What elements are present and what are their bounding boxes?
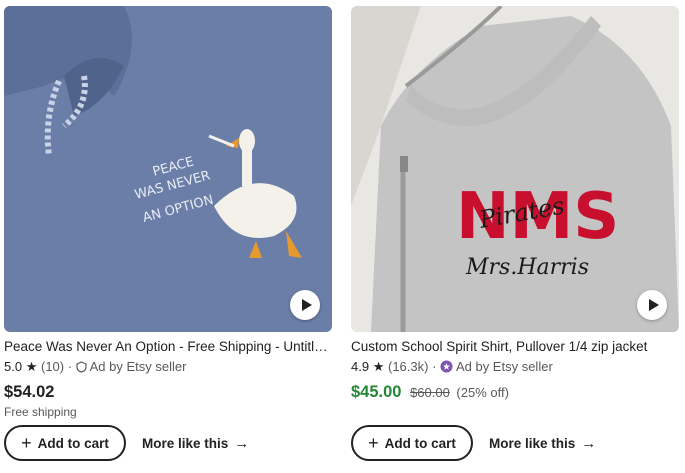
star-icon: ★	[372, 359, 385, 374]
add-to-cart-label: Add to cart	[384, 435, 456, 451]
ad-label[interactable]: Ad by Etsy seller	[456, 359, 553, 374]
review-count: (10)	[40, 359, 65, 374]
listing-image[interactable]: PEACE WAS NEVER AN OPTION	[4, 6, 332, 332]
hoodie-goose-photo: PEACE WAS NEVER AN OPTION	[4, 6, 332, 332]
image-text-3: Mrs.Harris	[465, 255, 589, 280]
plus-icon: +	[21, 433, 32, 453]
more-like-this-label: More like this	[489, 435, 576, 451]
zip-jacket-photo: NMS Pirates Mrs.Harris	[351, 6, 679, 332]
listing-actions: + Add to cart More like this →	[351, 425, 596, 461]
play-icon[interactable]	[637, 290, 667, 320]
listing-title[interactable]: Custom School Spirit Shirt, Pullover 1/4…	[351, 338, 679, 356]
review-count: (16.3k)	[387, 359, 429, 374]
add-to-cart-button[interactable]: + Add to cart	[351, 425, 473, 461]
add-to-cart-label: Add to cart	[37, 435, 109, 451]
star-icon: ★	[25, 359, 38, 374]
price-row: $45.00 $60.00 (25% off)	[351, 382, 679, 403]
price: $54.02	[4, 383, 55, 401]
listing-meta: 5.0 ★ (10) · Ad by Etsy seller	[4, 359, 187, 374]
ad-label[interactable]: Ad by Etsy seller	[90, 359, 187, 374]
price-row: $54.02	[4, 382, 332, 402]
star-seller-icon	[440, 360, 453, 373]
more-like-this-label: More like this	[142, 435, 229, 451]
more-like-this-link[interactable]: More like this →	[142, 435, 249, 452]
discount-label: (25% off)	[456, 385, 509, 400]
listing-image[interactable]: NMS Pirates Mrs.Harris	[351, 6, 679, 332]
listing-card[interactable]: NMS Pirates Mrs.Harris Custom School Spi…	[351, 6, 679, 403]
add-to-cart-button[interactable]: + Add to cart	[4, 425, 126, 461]
listing-title[interactable]: Peace Was Never An Option - Free Shippin…	[4, 338, 332, 356]
more-like-this-link[interactable]: More like this →	[489, 435, 596, 452]
sale-price: $45.00	[351, 383, 402, 401]
arrow-right-icon: →	[581, 434, 597, 452]
original-price: $60.00	[410, 385, 450, 400]
rating-value: 4.9	[351, 359, 370, 374]
listing-actions: + Add to cart More like this →	[4, 425, 249, 461]
play-icon[interactable]	[290, 290, 320, 320]
ad-shield-icon	[76, 361, 87, 373]
listing-meta: 4.9 ★ (16.3k) · Ad by Etsy seller	[351, 359, 553, 374]
arrow-right-icon: →	[234, 434, 250, 452]
rating-value: 5.0	[4, 359, 23, 374]
shipping-label: Free shipping	[4, 405, 77, 419]
listing-card[interactable]: PEACE WAS NEVER AN OPTION Peace Was Neve…	[4, 6, 332, 420]
plus-icon: +	[368, 433, 379, 453]
